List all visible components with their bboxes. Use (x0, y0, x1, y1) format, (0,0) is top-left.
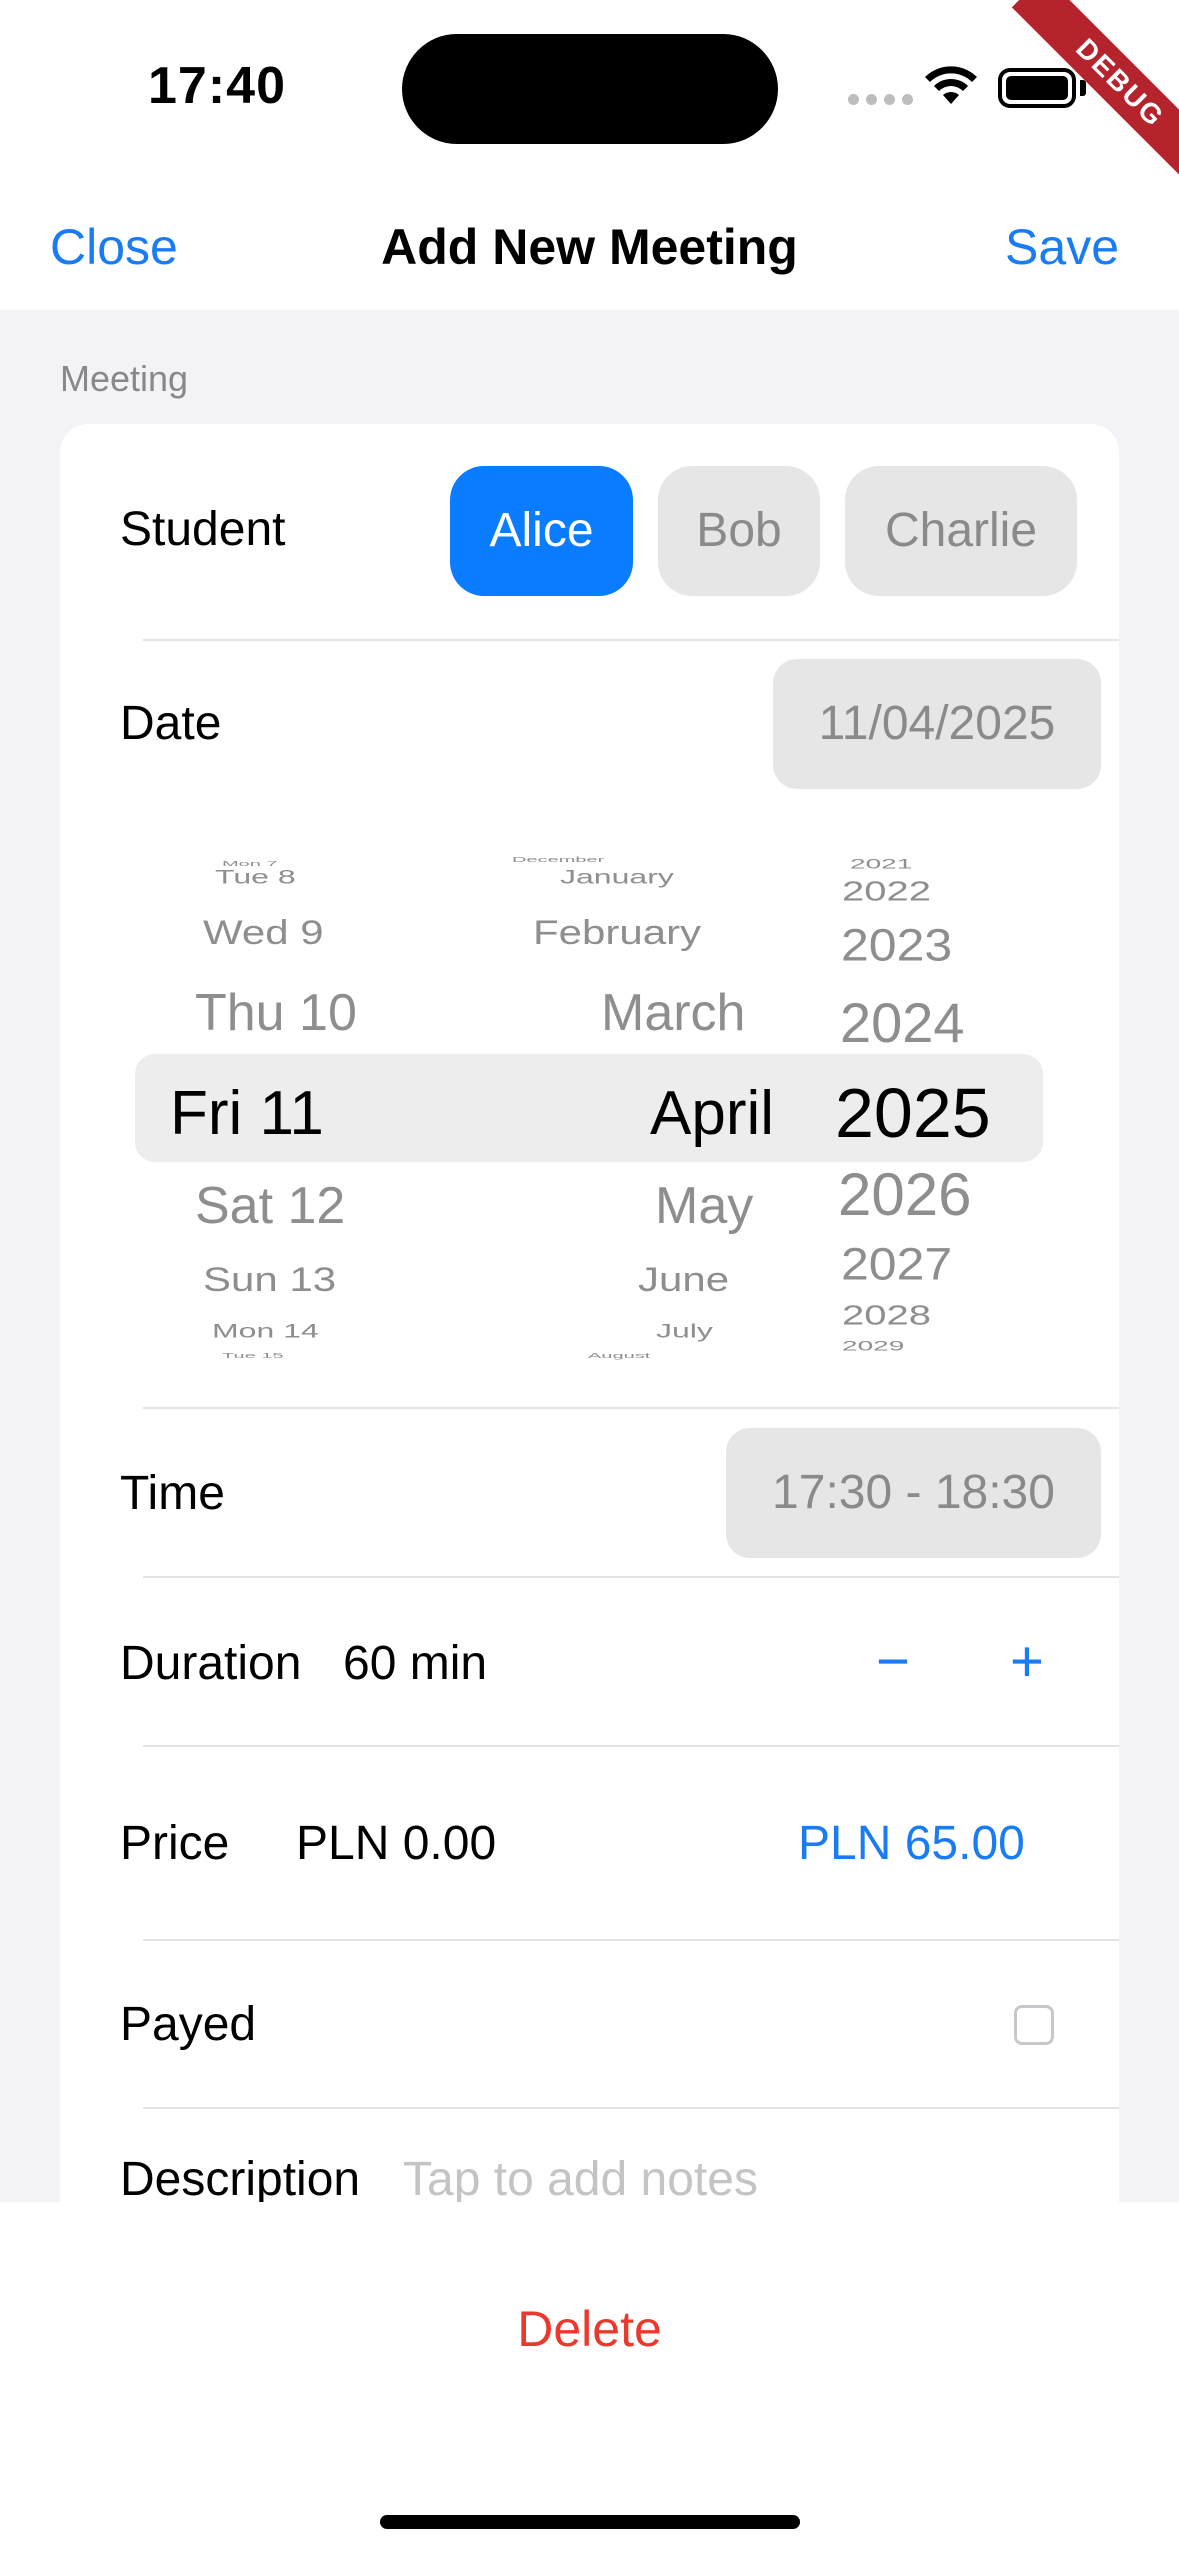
section-header: Meeting (60, 358, 189, 399)
year-item[interactable]: 2027 (841, 1238, 952, 1290)
delete-button[interactable]: Delete (0, 2300, 1179, 2358)
decrement-duration-button[interactable]: − (876, 1628, 910, 1695)
month-item[interactable]: June (638, 1260, 729, 1299)
day-item[interactable]: Wed 9 (203, 913, 324, 952)
suggested-price-button[interactable]: PLN 65.00 (798, 1816, 1025, 1871)
year-item[interactable]: 2026 (838, 1160, 971, 1229)
price-label: Price (120, 1817, 230, 1870)
divider (143, 639, 1119, 641)
day-item[interactable]: Sun 13 (203, 1260, 336, 1299)
home-indicator (380, 2515, 800, 2529)
month-item[interactable]: March (601, 983, 745, 1043)
divider (143, 1576, 1119, 1578)
year-item[interactable]: 2021 (850, 856, 912, 872)
status-time: 17:40 (148, 57, 286, 115)
day-item[interactable]: Tue 8 (215, 866, 296, 888)
dynamic-island (402, 34, 778, 144)
duration-label: Duration (120, 1637, 302, 1690)
close-button[interactable]: Close (50, 218, 178, 276)
year-item[interactable]: 2028 (842, 1300, 931, 1332)
month-item[interactable]: December (512, 856, 604, 864)
day-item-selected[interactable]: Fri 11 (170, 1078, 324, 1149)
day-item[interactable]: Tue 15 (222, 1352, 284, 1360)
price-value: PLN 0.00 (296, 1817, 497, 1870)
battery-icon (998, 68, 1076, 108)
day-item[interactable]: Sat 12 (195, 1176, 345, 1236)
date-label: Date (120, 697, 222, 750)
year-item[interactable]: 2024 (840, 990, 965, 1055)
year-item[interactable]: 2023 (841, 919, 952, 971)
navigation-bar: Add New Meeting Close Save (0, 180, 1179, 310)
increment-duration-button[interactable]: + (1010, 1628, 1044, 1695)
day-item[interactable]: Mon 14 (212, 1320, 319, 1342)
payed-checkbox[interactable] (1014, 2005, 1054, 2045)
payed-label: Payed (120, 1998, 257, 2051)
divider (143, 2107, 1119, 2109)
year-item[interactable]: 2022 (842, 876, 931, 908)
save-button[interactable]: Save (1005, 218, 1119, 276)
month-item[interactable]: January (560, 866, 674, 888)
month-item-selected[interactable]: April (650, 1078, 774, 1149)
student-chip-charlie[interactable]: Charlie (845, 466, 1077, 596)
description-input[interactable]: Tap to add notes (403, 2152, 758, 2207)
time-label: Time (120, 1467, 225, 1520)
divider (143, 1745, 1119, 1747)
year-item-selected[interactable]: 2025 (835, 1073, 991, 1153)
divider (143, 1407, 1119, 1409)
student-label: Student (120, 503, 286, 556)
year-item[interactable]: 2029 (842, 1338, 904, 1354)
duration-value: 60 min (343, 1637, 488, 1690)
day-item[interactable]: Thu 10 (195, 983, 357, 1043)
date-value-button[interactable]: 11/04/2025 (773, 659, 1101, 789)
month-item[interactable]: February (533, 913, 701, 952)
bottom-action-panel (0, 2202, 1179, 2556)
month-item[interactable]: August (588, 1352, 650, 1360)
battery-tip (1080, 80, 1086, 96)
wifi-icon (925, 66, 977, 104)
month-item[interactable]: May (655, 1176, 753, 1236)
time-value-button[interactable]: 17:30 - 18:30 (726, 1428, 1101, 1558)
student-chip-bob[interactable]: Bob (658, 466, 820, 596)
divider (143, 1939, 1119, 1941)
student-chip-alice[interactable]: Alice (450, 466, 633, 596)
description-label: Description (120, 2153, 361, 2206)
month-item[interactable]: July (656, 1320, 713, 1342)
cellular-signal-icon (848, 94, 913, 105)
